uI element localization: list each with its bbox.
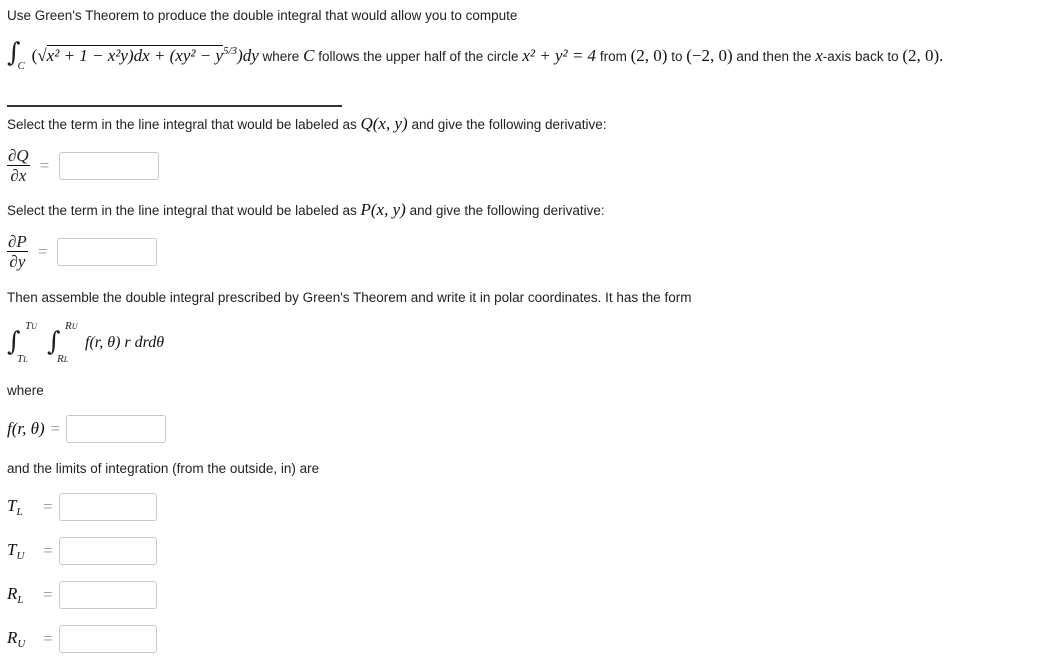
where-text: where	[7, 383, 44, 398]
dq-dx-row: ∂Q ∂x =	[7, 147, 160, 185]
f-input[interactable]	[66, 415, 167, 443]
p-prompt: Select the term in the line integral tha…	[7, 200, 605, 220]
where-text-1: where	[262, 49, 300, 64]
q-prompt: Select the term in the line integral tha…	[7, 114, 607, 134]
double-integral-form: ∫ TU TL ∫ RU RL f(r, θ) r drdθ	[7, 317, 207, 369]
rl-equals: =	[43, 585, 53, 604]
line-integral-statement: ∫C (√x² + 1 − x²y)dx + (xy² − y5/3)dy wh…	[7, 40, 943, 74]
point-start: (2, 0)	[630, 46, 668, 65]
exponent: 5/3	[223, 45, 238, 57]
dp-dy-row: ∂P ∂y =	[7, 233, 158, 271]
p-label: P(x, y)	[360, 200, 406, 219]
limit-row-ru: RU =	[7, 625, 157, 653]
integrand-tail: )dy	[237, 46, 259, 65]
ru-label: RU	[7, 628, 26, 650]
p-prompt-before: Select the term in the line integral tha…	[7, 203, 357, 218]
and-then-text: and then the	[736, 49, 812, 64]
inner-lower-limit: RL	[57, 353, 69, 365]
f-row: f(r, θ) =	[7, 415, 167, 443]
tl-equals: =	[43, 497, 53, 516]
outer-lower-limit: TL	[17, 353, 28, 365]
f-equals: =	[50, 419, 61, 438]
follows-text: follows the upper half of the circle	[318, 49, 519, 64]
tl-input[interactable]	[58, 493, 157, 521]
integrand: f(r, θ) r drdθ	[85, 334, 165, 351]
limit-row-tl: TL =	[7, 493, 157, 521]
axis-back-text: -axis back to	[822, 49, 899, 64]
assemble-text: Then assemble the double integral prescr…	[7, 290, 692, 305]
to-text: to	[671, 49, 683, 64]
rl-input[interactable]	[58, 581, 157, 609]
p-prompt-after: and give the following derivative:	[409, 203, 605, 218]
sqrt-sign: √	[37, 46, 47, 65]
axis-variable: x	[815, 46, 823, 65]
q-prompt-before: Select the term in the line integral tha…	[7, 117, 357, 132]
tl-label: TL	[7, 496, 23, 518]
intro-text: Use Green's Theorem to produce the doubl…	[7, 8, 518, 23]
dq-dx-fraction: ∂Q ∂x	[7, 147, 30, 185]
inner-integral-sign: ∫	[47, 327, 61, 357]
dq-equals: =	[39, 156, 50, 175]
rl-label: RL	[7, 584, 24, 606]
section-divider	[7, 105, 342, 107]
ru-equals: =	[43, 629, 53, 648]
dp-denominator: ∂y	[9, 252, 26, 271]
dp-numerator: ∂P	[7, 232, 28, 252]
dp-dy-input[interactable]	[57, 238, 158, 266]
from-text: from	[599, 49, 627, 64]
curve-symbol: C	[303, 46, 315, 65]
tu-input[interactable]	[58, 537, 157, 565]
q-label: Q(x, y)	[360, 114, 408, 133]
dp-equals: =	[37, 242, 48, 261]
dq-numerator: ∂Q	[7, 146, 30, 166]
outer-upper-limit: TU	[25, 320, 37, 332]
circle-equation: x² + y² = 4	[522, 46, 597, 65]
tu-equals: =	[43, 541, 53, 560]
point-mid: (−2, 0)	[686, 46, 733, 65]
f-label: f(r, θ)	[7, 419, 45, 438]
dq-dx-input[interactable]	[59, 152, 160, 180]
dp-dy-fraction: ∂P ∂y	[7, 233, 28, 271]
ru-input[interactable]	[58, 625, 157, 653]
tu-label: TU	[7, 540, 25, 562]
point-end: (2, 0).	[902, 46, 944, 65]
contour-subscript: C	[17, 60, 25, 72]
limits-text: and the limits of integration (from the …	[7, 461, 320, 476]
integrand-p: x² + 1 − x²y)dx + (xy² − y	[46, 45, 223, 65]
limit-row-rl: RL =	[7, 581, 157, 609]
limit-row-tu: TU =	[7, 537, 157, 565]
inner-upper-limit: RU	[65, 320, 78, 332]
dq-denominator: ∂x	[10, 166, 27, 185]
outer-integral-sign: ∫	[7, 327, 21, 357]
q-prompt-after: and give the following derivative:	[411, 117, 607, 132]
